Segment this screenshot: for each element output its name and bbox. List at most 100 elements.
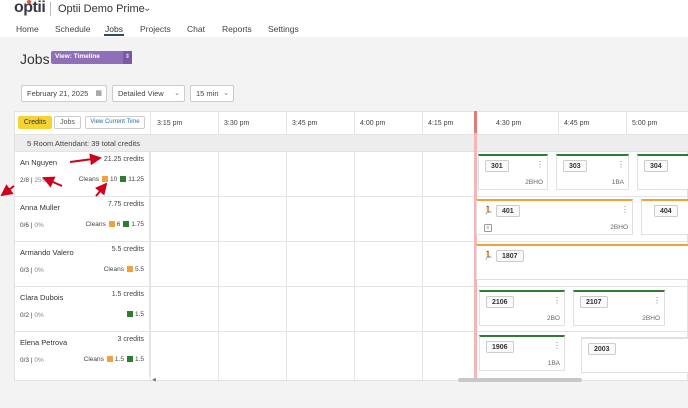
grid-line bbox=[354, 112, 355, 135]
green-value: 11.25 bbox=[128, 176, 144, 183]
room-type: 1BA bbox=[611, 179, 624, 186]
optii-logo[interactable]: optii bbox=[14, 0, 46, 17]
detail-value: Detailed View bbox=[118, 89, 164, 98]
runner-icon: 🏃 bbox=[483, 206, 493, 215]
interval-select[interactable]: 15 min ⌄ bbox=[190, 85, 234, 102]
more-options-icon[interactable]: ⋮ bbox=[553, 296, 561, 305]
room-number: 1906 bbox=[486, 341, 514, 353]
job-card[interactable]: 🏃 401 ⋮ ≡ 2BHO bbox=[476, 199, 633, 235]
date-picker[interactable]: February 21, 2025 ▦ bbox=[21, 85, 107, 102]
annotation-arrows bbox=[0, 153, 108, 197]
room-number: 304 bbox=[644, 160, 668, 172]
progress-percent: 0% bbox=[34, 312, 44, 319]
job-card[interactable]: 1906 ⋮ 1BA bbox=[479, 335, 565, 371]
arrow-to-progress bbox=[0, 184, 15, 197]
staff-progress: 0/2 | 0% bbox=[20, 312, 44, 319]
green-value: 1.75 bbox=[131, 221, 144, 228]
orange-value: 1.5 bbox=[114, 356, 124, 363]
job-card[interactable]: 2106 ⋮ 2BO bbox=[479, 290, 565, 326]
time-label: 4:30 pm bbox=[496, 120, 522, 127]
jobs-tab[interactable]: Jobs bbox=[54, 116, 81, 129]
staff-info[interactable]: Anna Muller 7.75 credits 0/6 | 0% Cleans… bbox=[15, 197, 150, 242]
page-title: Jobs bbox=[20, 51, 50, 67]
job-card[interactable]: 301 ⋮ 2BHO bbox=[478, 154, 548, 190]
nav-projects[interactable]: Projects bbox=[140, 24, 171, 34]
time-label: 3:30 pm bbox=[224, 120, 250, 127]
orange-value: 5.5 bbox=[134, 266, 144, 273]
view-selector[interactable]: View: Timeline ⇕ bbox=[51, 51, 132, 64]
orange-value: 10 bbox=[109, 176, 118, 183]
active-tab-indicator bbox=[104, 34, 124, 36]
orange-square-icon bbox=[126, 266, 133, 272]
room-number: 2003 bbox=[588, 343, 616, 355]
progress-count: 0/3 bbox=[20, 357, 30, 364]
scroll-left-icon[interactable]: ◀ bbox=[152, 377, 156, 383]
room-number: 2106 bbox=[486, 296, 514, 308]
group-header: 5 Room Attendant: 39 total credits bbox=[15, 135, 688, 152]
current-time-marker bbox=[474, 111, 477, 133]
job-card[interactable]: 2107 ⋮ 2BHO bbox=[573, 290, 665, 326]
job-card[interactable]: 304 bbox=[637, 154, 688, 190]
grid-line bbox=[218, 112, 219, 135]
progress-count: 0/3 bbox=[20, 267, 30, 274]
room-number: 301 bbox=[485, 160, 509, 172]
more-options-icon[interactable]: ⋮ bbox=[553, 341, 561, 350]
nav-chat[interactable]: Chat bbox=[187, 24, 205, 34]
horizontal-scrollbar[interactable] bbox=[458, 378, 582, 382]
date-value: February 21, 2025 bbox=[27, 89, 89, 98]
top-bar: optii Optii Demo Prime ⌄ bbox=[0, 0, 688, 20]
progress-percent: 0% bbox=[34, 357, 44, 364]
arrow-to-credits bbox=[69, 153, 102, 166]
progress-percent: 0% bbox=[34, 267, 44, 274]
grid-line bbox=[626, 112, 627, 135]
arrow-to-cleans bbox=[94, 182, 108, 197]
cleans-summary: 1.5 bbox=[124, 311, 144, 318]
progress-percent: 0% bbox=[34, 222, 44, 229]
staff-credits: 3 credits bbox=[117, 336, 144, 343]
more-options-icon[interactable]: ⋮ bbox=[617, 160, 625, 169]
cleans-label: Cleans bbox=[103, 266, 124, 273]
staff-credits: 7.75 credits bbox=[107, 201, 144, 208]
green-value: 1.5 bbox=[134, 311, 144, 318]
arrow-to-percent bbox=[42, 176, 63, 188]
room-number: 303 bbox=[563, 160, 587, 172]
room-number: 1807 bbox=[496, 250, 524, 262]
staff-progress: 0/3 | 0% bbox=[20, 267, 44, 274]
chevron-down-icon[interactable]: ⌄ bbox=[143, 3, 151, 14]
orange-value: 6 bbox=[116, 221, 121, 228]
timeline-header: Credits Jobs View Current Time 3:15 pm 3… bbox=[15, 112, 688, 135]
detail-select[interactable]: Detailed View ⌄ bbox=[112, 85, 185, 102]
room-number: 404 bbox=[654, 205, 678, 217]
staff-info[interactable]: Armando Valero 5.5 credits 0/3 | 0% Clea… bbox=[15, 242, 150, 287]
nav-jobs[interactable]: Jobs bbox=[105, 24, 123, 34]
nav-settings[interactable]: Settings bbox=[268, 24, 299, 34]
nav-reports[interactable]: Reports bbox=[222, 24, 252, 34]
job-card[interactable]: 🏃 1807 bbox=[476, 244, 688, 280]
staff-name: Armando Valero bbox=[20, 248, 74, 257]
credits-tab[interactable]: Credits bbox=[18, 116, 52, 129]
staff-info[interactable]: Clara Dubois 1.5 credits 0/2 | 0% 1.5 bbox=[15, 287, 150, 332]
more-options-icon[interactable]: ⋮ bbox=[621, 205, 629, 214]
nav-schedule[interactable]: Schedule bbox=[55, 24, 90, 34]
job-card[interactable]: 404 bbox=[641, 199, 688, 235]
job-card[interactable]: 303 ⋮ 1BA bbox=[556, 154, 629, 190]
green-square-icon bbox=[126, 311, 133, 317]
org-selector[interactable]: Optii Demo Prime bbox=[58, 3, 145, 15]
more-options-icon[interactable]: ⋮ bbox=[653, 296, 661, 305]
room-type: 2BHO bbox=[642, 315, 660, 322]
job-card[interactable]: 2003 bbox=[581, 337, 688, 373]
more-options-icon[interactable]: ⋮ bbox=[536, 160, 544, 169]
cleans-label: Cleans bbox=[85, 221, 106, 228]
staff-info[interactable]: Elena Petrova 3 credits 0/3 | 0% Cleans 1… bbox=[15, 332, 150, 377]
time-label: 3:45 pm bbox=[292, 120, 318, 127]
time-label: 4:45 pm bbox=[564, 120, 590, 127]
cleans-summary: Cleans 5.5 bbox=[104, 266, 144, 273]
room-type: 2BHO bbox=[525, 179, 543, 186]
time-label: 4:15 pm bbox=[428, 120, 454, 127]
staff-credits: 5.5 credits bbox=[111, 246, 144, 253]
nav-home[interactable]: Home bbox=[16, 24, 39, 34]
room-number: 401 bbox=[496, 205, 520, 217]
group-label: 5 Room Attendant: 39 total credits bbox=[27, 139, 140, 148]
view-label: View: Timeline bbox=[55, 53, 100, 60]
view-current-time-button[interactable]: View Current Time bbox=[85, 116, 145, 129]
